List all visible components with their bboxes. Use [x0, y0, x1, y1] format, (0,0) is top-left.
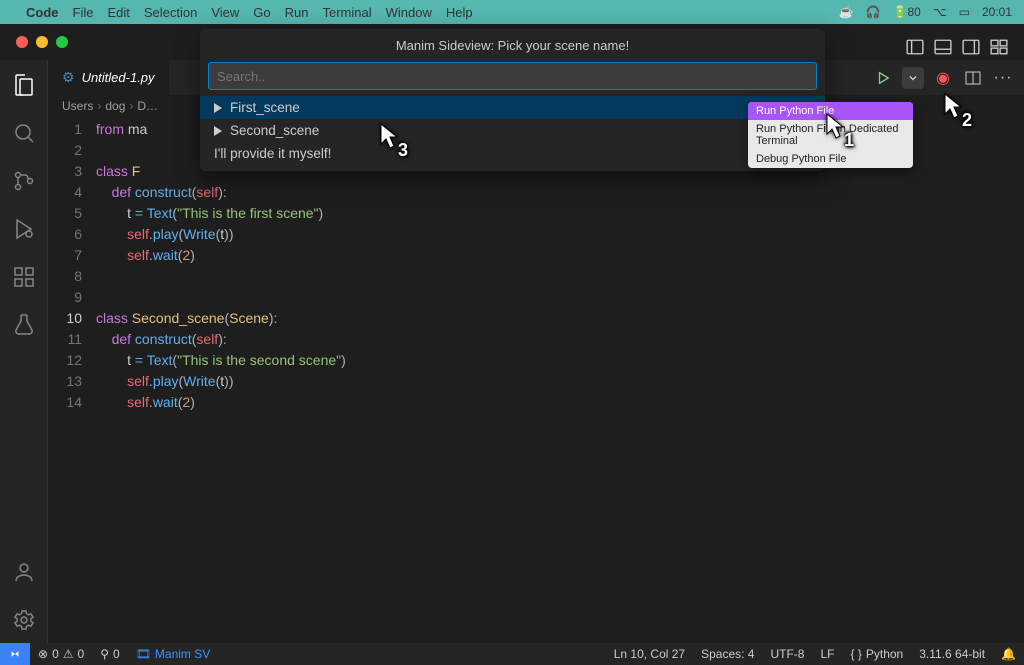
python-interpreter[interactable]: 3.11.6 64-bit	[911, 647, 993, 661]
layout-bottom-icon[interactable]	[934, 38, 952, 61]
window-controls	[16, 36, 68, 48]
breadcrumb-part[interactable]: Users	[62, 99, 93, 113]
status-bar: ⊗0 ⚠0 ⚲0 🎞Manim SV Ln 10, Col 27 Spaces:…	[0, 643, 1024, 665]
menu-help[interactable]: Help	[446, 5, 473, 20]
play-icon	[214, 103, 222, 113]
tab-untitled[interactable]: ⚙ Untitled-1.py	[48, 60, 170, 95]
eol[interactable]: LF	[812, 647, 842, 661]
code-content[interactable]: from ma class F def construct(self): t =…	[96, 119, 1024, 643]
warning-icon: ⚠	[63, 647, 74, 661]
menu-edit[interactable]: Edit	[107, 5, 129, 20]
run-dropdown-button[interactable]	[902, 67, 924, 89]
indentation[interactable]: Spaces: 4	[693, 647, 762, 661]
accounts-icon[interactable]	[11, 559, 37, 585]
tab-filename: Untitled-1.py	[82, 70, 155, 85]
breadcrumb-part[interactable]: D…	[137, 99, 158, 113]
close-window-button[interactable]	[16, 36, 28, 48]
play-icon	[214, 126, 222, 136]
run-dropdown-menu: Run Python File Run Python File in Dedic…	[748, 102, 913, 168]
status-coffee-icon[interactable]: ☕	[839, 5, 854, 19]
app-name[interactable]: Code	[26, 5, 59, 20]
menu-go[interactable]: Go	[253, 5, 270, 20]
breadcrumb-part[interactable]: dog	[105, 99, 125, 113]
more-actions-icon[interactable]: ···	[992, 67, 1014, 89]
menu-selection[interactable]: Selection	[144, 5, 197, 20]
explorer-icon[interactable]	[11, 72, 37, 98]
line-gutter: 1234567891011121314	[48, 119, 96, 643]
run-debug-icon[interactable]	[11, 216, 37, 242]
minimize-window-button[interactable]	[36, 36, 48, 48]
quick-picker-item-second[interactable]: Second_scene	[200, 119, 825, 142]
status-headphones-icon[interactable]: 🎧	[866, 5, 881, 19]
error-icon: ⊗	[38, 647, 48, 661]
editor-layout-controls	[906, 38, 1008, 61]
split-editor-icon[interactable]	[962, 67, 984, 89]
language-mode[interactable]: { } Python	[843, 647, 912, 661]
run-menu-item-debug[interactable]: Debug Python File	[748, 150, 913, 168]
layout-left-icon[interactable]	[906, 38, 924, 61]
extensions-icon[interactable]	[11, 264, 37, 290]
python-file-icon: ⚙	[62, 69, 75, 86]
status-battery-icon[interactable]: 🔋80	[892, 5, 920, 19]
code-editor[interactable]: 1234567891011121314 from ma class F def …	[48, 117, 1024, 643]
cursor-position[interactable]: Ln 10, Col 27	[606, 647, 693, 661]
menu-window[interactable]: Window	[386, 5, 432, 20]
status-time[interactable]: 20:01	[982, 5, 1012, 19]
quick-picker: Manim Sideview: Pick your scene name! Fi…	[200, 29, 825, 171]
manim-sv-status[interactable]: 🎞Manim SV	[128, 647, 219, 661]
settings-gear-icon[interactable]	[11, 607, 37, 633]
menu-view[interactable]: View	[211, 5, 239, 20]
quick-picker-item-manual[interactable]: I'll provide it myself!	[200, 142, 825, 165]
ports-indicator[interactable]: ⚲0	[92, 647, 127, 661]
encoding[interactable]: UTF-8	[762, 647, 812, 661]
problems-indicator[interactable]: ⊗0 ⚠0	[30, 647, 92, 661]
run-menu-item-run[interactable]: Run Python File	[748, 102, 913, 120]
maximize-window-button[interactable]	[56, 36, 68, 48]
quick-picker-input[interactable]	[217, 69, 808, 84]
film-icon: 🎞	[136, 647, 151, 661]
layout-grid-icon[interactable]	[990, 38, 1008, 61]
notifications-icon[interactable]: 🔔	[993, 647, 1024, 661]
menu-file[interactable]: File	[73, 5, 94, 20]
run-play-icon[interactable]	[872, 67, 894, 89]
layout-right-icon[interactable]	[962, 38, 980, 61]
quick-picker-search[interactable]	[208, 62, 817, 90]
macos-menubar: Code File Edit Selection View Go Run Ter…	[0, 0, 1024, 24]
activity-bar	[0, 60, 48, 643]
testing-icon[interactable]	[11, 312, 37, 338]
search-icon[interactable]	[11, 120, 37, 146]
menu-run[interactable]: Run	[285, 5, 309, 20]
status-display-icon[interactable]: ▭	[959, 5, 970, 19]
menu-terminal[interactable]: Terminal	[323, 5, 372, 20]
source-control-icon[interactable]	[11, 168, 37, 194]
manim-record-icon[interactable]: ◉	[932, 67, 954, 89]
run-menu-item-dedicated[interactable]: Run Python File in Dedicated Terminal	[748, 120, 913, 150]
status-switch-icon[interactable]: ⌥	[933, 5, 947, 19]
quick-picker-title: Manim Sideview: Pick your scene name!	[200, 29, 825, 62]
radio-icon: ⚲	[100, 647, 109, 661]
quick-picker-item-first[interactable]: First_scene	[200, 96, 825, 119]
remote-indicator[interactable]	[0, 643, 30, 665]
